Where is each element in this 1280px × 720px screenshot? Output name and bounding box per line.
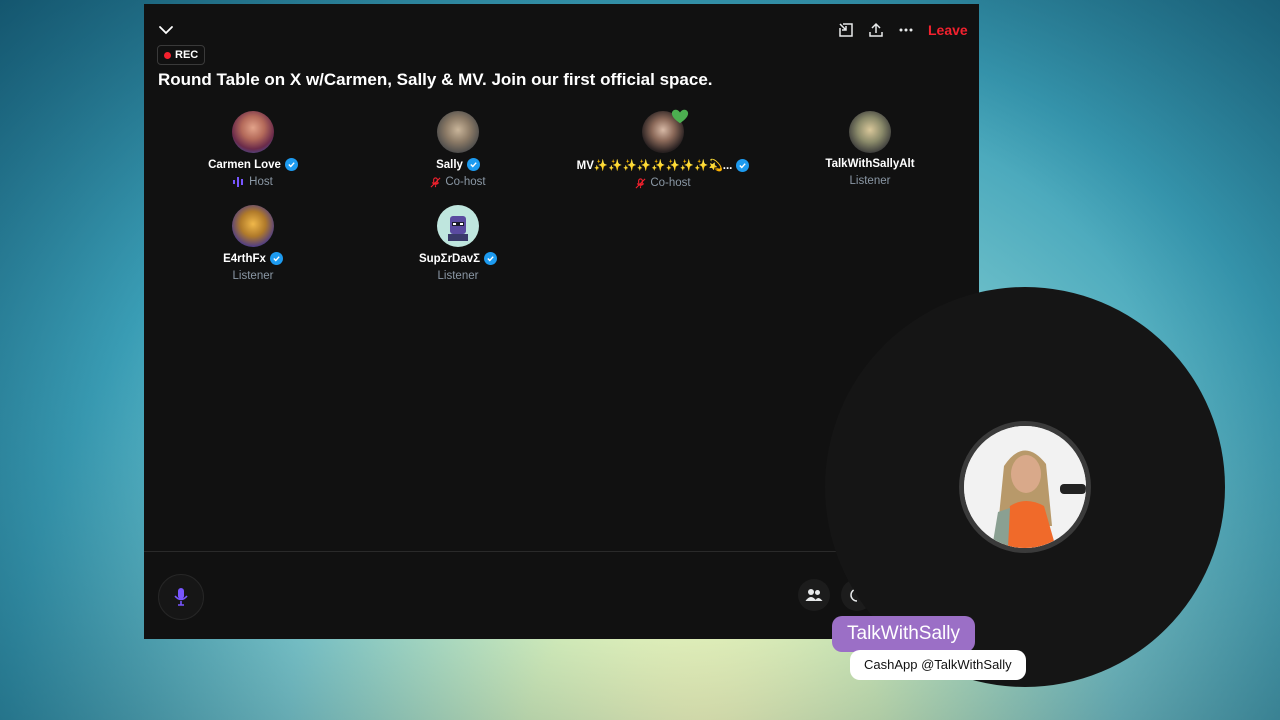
- leave-button[interactable]: Leave: [928, 18, 968, 42]
- muted-mic-icon: [635, 177, 646, 188]
- recording-label: REC: [175, 49, 199, 61]
- muted-mic-icon: [430, 176, 441, 187]
- people-icon: [805, 589, 823, 601]
- collapse-button[interactable]: [154, 18, 178, 42]
- participant-role: Co-host: [445, 176, 486, 188]
- participant-role: Listener: [437, 270, 479, 282]
- participant-mv[interactable]: MV✨✨✨✨✨✨✨✨💫... Co-host: [563, 109, 763, 189]
- participant-role: Listener: [849, 175, 891, 187]
- share-screen-button[interactable]: [834, 18, 858, 42]
- participant-carmen-love[interactable]: Carmen Love Host: [153, 111, 353, 188]
- participant-role: Host: [249, 176, 273, 188]
- verified-badge-icon: [269, 252, 283, 265]
- avatar: [437, 111, 479, 153]
- record-dot-icon: [164, 51, 171, 59]
- avatar: [849, 111, 891, 153]
- participant-name: E4rthFx: [223, 252, 266, 265]
- participant-superdave[interactable]: SupΣrDavΣ Listener: [358, 205, 558, 282]
- verified-badge-icon: [466, 158, 480, 171]
- verified-badge-icon: [484, 252, 498, 265]
- verified-badge-icon: [284, 158, 298, 171]
- host-icon: [233, 177, 244, 187]
- recording-badge: REC: [157, 45, 206, 65]
- microphone-icon: [174, 588, 188, 606]
- participant-talkwithsallyalt[interactable]: TalkWithSallyAlt Listener: [770, 111, 970, 187]
- avatar: [437, 205, 479, 247]
- share-button[interactable]: [864, 18, 888, 42]
- more-icon: [899, 28, 913, 32]
- streamer-name-tag: TalkWithSally: [832, 616, 975, 652]
- participant-role: Listener: [232, 270, 274, 282]
- participant-name: Sally: [436, 158, 463, 171]
- participant-name: TalkWithSallyAlt: [825, 158, 915, 170]
- space-title: Round Table on X w/Carmen, Sally & MV. J…: [158, 70, 713, 89]
- avatar: [232, 111, 274, 153]
- chevron-down-icon: [159, 26, 173, 35]
- webcam-feed: [964, 426, 1086, 548]
- participant-sally[interactable]: Sally Co-host: [358, 111, 558, 188]
- more-button[interactable]: [894, 18, 918, 42]
- share-screen-icon: [839, 23, 853, 37]
- participant-name: MV✨✨✨✨✨✨✨✨💫...: [576, 160, 733, 172]
- share-icon: [869, 22, 883, 37]
- participant-name: SupΣrDavΣ: [418, 252, 481, 265]
- cashapp-tag: CashApp @TalkWithSally: [850, 650, 1026, 680]
- verified-badge-icon: [736, 158, 750, 172]
- participants-button[interactable]: [798, 579, 830, 611]
- participant-name: Carmen Love: [208, 158, 281, 171]
- avatar: [642, 109, 689, 153]
- participant-role: Co-host: [650, 177, 691, 189]
- webcam-ring: [959, 421, 1091, 553]
- green-heart-icon: [670, 107, 690, 127]
- avatar: [232, 205, 274, 247]
- request-mic-button[interactable]: [158, 574, 204, 620]
- participant-e4rthfx[interactable]: E4rthFx Listener: [153, 205, 353, 282]
